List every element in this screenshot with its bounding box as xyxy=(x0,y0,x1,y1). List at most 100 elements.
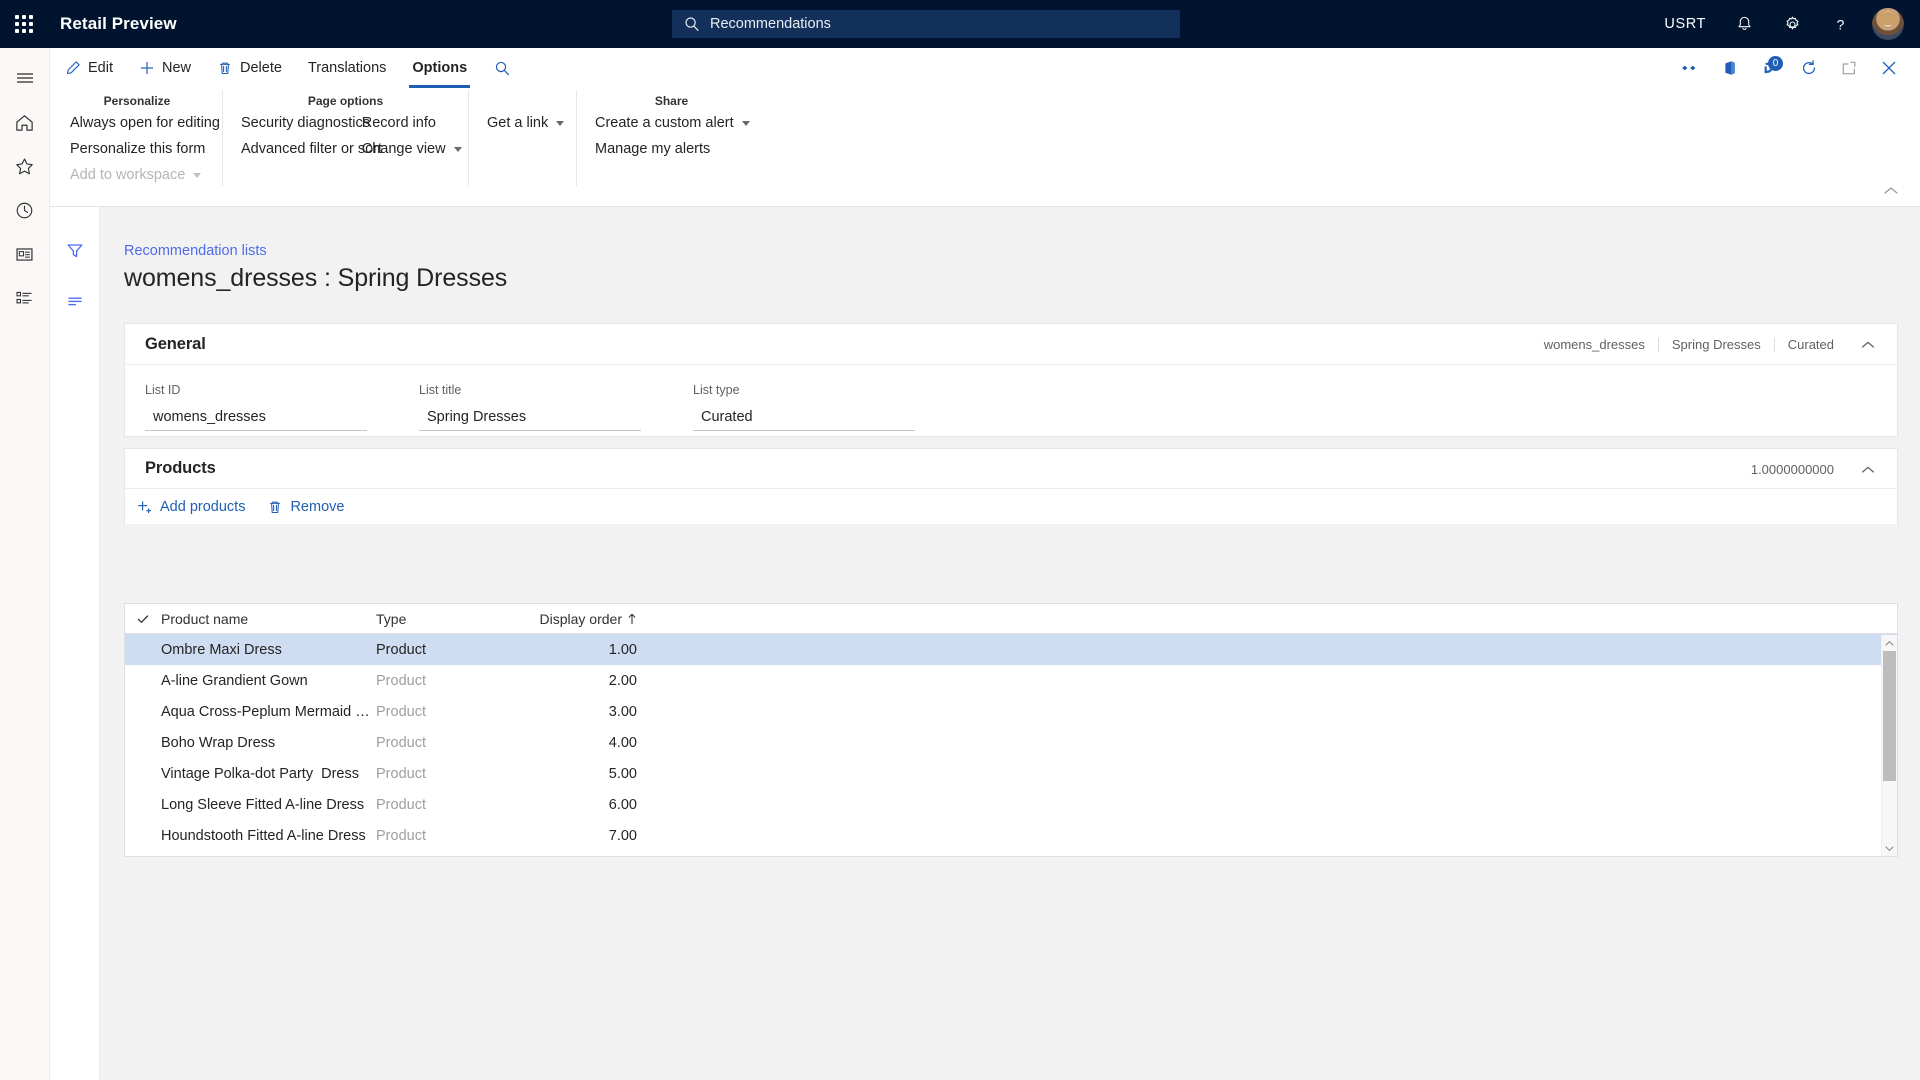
chevron-down-icon xyxy=(453,146,462,152)
options-label: Options xyxy=(412,60,468,76)
cell-display-order: 4.00 xyxy=(608,734,637,751)
advanced-filter-or-sort-item[interactable]: Advanced filter or sort xyxy=(241,138,382,160)
ribbon-group-get-a-link: Get a link xyxy=(468,90,576,186)
table-row[interactable]: Long Sleeve Fitted A-line Dress Product … xyxy=(125,789,1897,820)
scrollbar-thumb[interactable] xyxy=(1883,651,1896,781)
general-header[interactable]: General womens_dresses Spring Dresses Cu… xyxy=(125,324,1897,365)
options-tab[interactable]: Options xyxy=(399,48,480,88)
trash-icon xyxy=(217,60,233,76)
global-search-box[interactable]: Recommendations xyxy=(672,10,1180,38)
column-header-type[interactable]: Type xyxy=(376,611,531,627)
always-open-for-editing-label: Always open for editing xyxy=(70,115,220,131)
manage-my-alerts-label: Manage my alerts xyxy=(595,141,711,157)
filter-icon[interactable] xyxy=(58,237,92,265)
list-type-label: List type xyxy=(693,383,740,397)
scrollbar-track[interactable] xyxy=(1882,651,1897,840)
table-row[interactable]: Ombre Maxi Dress Product 1.00 xyxy=(125,634,1897,665)
general-collapse-chevron-up-icon[interactable] xyxy=(1855,324,1881,365)
hamburger-menu-icon[interactable] xyxy=(4,56,46,100)
cell-display-order: 3.00 xyxy=(608,703,637,720)
cell-product-name: Boho Wrap Dress xyxy=(161,734,276,751)
search-icon xyxy=(684,16,700,32)
security-diagnostics-label: Security diagnostics xyxy=(241,115,370,131)
navigation-rail xyxy=(0,48,50,1080)
table-row[interactable]: Aqua Cross-Peplum Mermaid G... Product 3… xyxy=(125,696,1897,727)
column-header-product-name[interactable]: Product name xyxy=(161,611,376,627)
get-a-link-label: Get a link xyxy=(487,115,549,131)
new-button[interactable]: New xyxy=(126,48,204,88)
products-collapse-chevron-up-icon[interactable] xyxy=(1855,449,1881,490)
close-icon[interactable] xyxy=(1872,51,1906,85)
cell-product-name: A-line Grandient Gown xyxy=(161,672,308,689)
create-a-custom-alert-item[interactable]: Create a custom alert xyxy=(595,112,750,134)
add-row-icon xyxy=(137,499,153,515)
user-avatar[interactable] xyxy=(1872,8,1904,40)
table-row[interactable]: A-line Grandient Gown Product 2.00 xyxy=(125,665,1897,696)
app-launcher-icon[interactable] xyxy=(0,0,48,48)
recent-clock-icon[interactable] xyxy=(4,188,46,232)
summary-list-title: Spring Dresses xyxy=(1659,337,1775,352)
cell-type: Product xyxy=(376,734,426,751)
get-a-link-item[interactable]: Get a link xyxy=(487,112,565,134)
add-products-button[interactable]: Add products xyxy=(137,499,245,515)
table-row[interactable]: Houndstooth Fitted A-line Dress Product … xyxy=(125,820,1897,851)
question-icon[interactable]: ? xyxy=(1816,0,1864,48)
breadcrumb[interactable]: Recommendation lists xyxy=(124,243,267,259)
group-title-share: Share xyxy=(654,94,689,108)
products-header[interactable]: Products 1.0000000000 xyxy=(124,448,1898,489)
list-type-input[interactable] xyxy=(693,403,915,431)
remove-button[interactable]: Remove xyxy=(267,499,344,515)
ribbon-groups: Personalize Always open for editing Pers… xyxy=(0,90,1920,190)
list-title-input[interactable] xyxy=(419,403,641,431)
favorites-star-icon[interactable] xyxy=(4,144,46,188)
company-selector[interactable]: USRT xyxy=(1650,0,1720,48)
personalize-this-form-item[interactable]: Personalize this form xyxy=(70,138,205,160)
grid-toolbar: Add products Remove xyxy=(124,489,1898,524)
chevron-down-icon xyxy=(741,120,750,126)
bell-icon[interactable] xyxy=(1720,0,1768,48)
record-info-item[interactable]: Record info xyxy=(362,112,450,134)
scroll-down-chevron-down-icon[interactable] xyxy=(1882,840,1897,856)
ribbon-collapse-chevron-up-icon[interactable] xyxy=(1878,180,1904,200)
modules-list-icon[interactable] xyxy=(4,276,46,320)
copilot-icon[interactable]: 0 xyxy=(1752,51,1786,85)
related-info-icon[interactable] xyxy=(58,287,92,315)
ribbon-search-icon[interactable] xyxy=(480,48,525,88)
home-icon[interactable] xyxy=(4,100,46,144)
change-view-item[interactable]: Change view xyxy=(362,138,462,160)
add-to-workspace-label: Add to workspace xyxy=(70,167,186,183)
attachments-icon[interactable] xyxy=(1672,51,1706,85)
list-id-input[interactable] xyxy=(145,403,367,431)
grid-vertical-scrollbar[interactable] xyxy=(1881,635,1897,856)
delete-button[interactable]: Delete xyxy=(204,48,295,88)
open-in-new-window-icon[interactable] xyxy=(1832,51,1866,85)
cell-display-order: 1.00 xyxy=(608,641,637,658)
select-all-checkmark-icon[interactable] xyxy=(125,612,161,626)
copilot-badge: 0 xyxy=(1768,56,1783,71)
office-icon[interactable] xyxy=(1712,51,1746,85)
always-open-for-editing-item[interactable]: Always open for editing xyxy=(70,112,220,134)
page-title: womens_dresses : Spring Dresses xyxy=(124,264,508,292)
workspaces-icon[interactable] xyxy=(4,232,46,276)
translations-tab[interactable]: Translations xyxy=(295,48,399,88)
cell-display-order: 2.00 xyxy=(608,672,637,689)
field-list-type: List type xyxy=(693,383,915,431)
gear-icon[interactable] xyxy=(1768,0,1816,48)
scroll-up-chevron-up-icon[interactable] xyxy=(1882,635,1897,651)
edit-button[interactable]: Edit xyxy=(52,48,126,88)
cell-type: Product xyxy=(376,703,426,720)
table-row[interactable]: Boho Wrap Dress Product 4.00 xyxy=(125,727,1897,758)
manage-my-alerts-item[interactable]: Manage my alerts xyxy=(595,138,748,160)
general-fields: List ID List title List type xyxy=(125,365,1897,431)
add-to-workspace-item: Add to workspace xyxy=(70,164,204,186)
security-diagnostics-item[interactable]: Security diagnostics xyxy=(241,112,370,134)
table-row[interactable]: Vintage Polka-dot Party Dress Product 5.… xyxy=(125,758,1897,789)
add-products-label: Add products xyxy=(160,498,246,515)
column-header-display-order[interactable]: Display order xyxy=(531,611,646,627)
refresh-icon[interactable] xyxy=(1792,51,1826,85)
ribbon-group-personalize: Personalize Always open for editing Pers… xyxy=(52,90,222,186)
cell-display-order: 6.00 xyxy=(608,796,637,813)
field-list-id: List ID xyxy=(145,383,367,431)
summary-list-id: womens_dresses xyxy=(1531,337,1659,352)
translations-label: Translations xyxy=(307,60,387,76)
